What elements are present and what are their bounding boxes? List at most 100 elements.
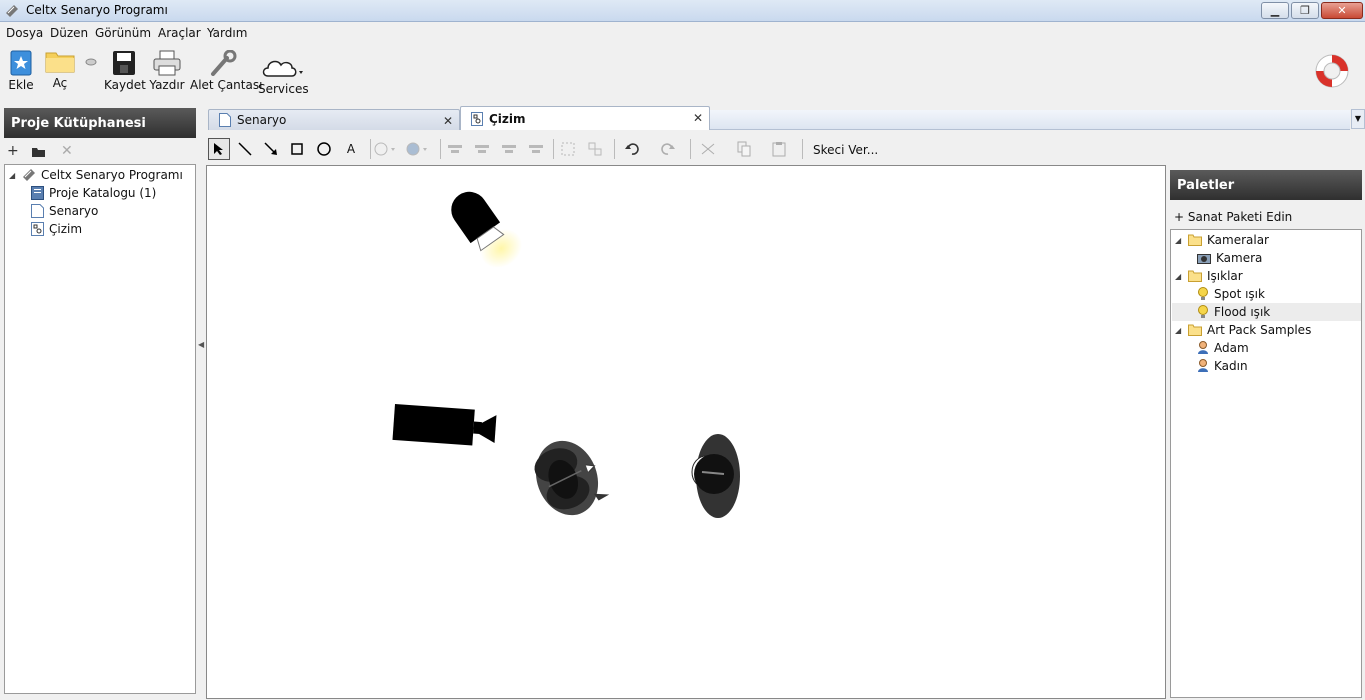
open-button[interactable]: Aç: [44, 48, 76, 90]
menu-yardim[interactable]: Yardım: [207, 26, 247, 40]
palettes-header: Paletler: [1170, 170, 1362, 200]
toolkit-button[interactable]: Alet Çantası: [190, 50, 262, 92]
redo-button[interactable]: [657, 138, 679, 160]
tab-senaryo[interactable]: Senaryo ✕: [208, 109, 460, 130]
expand-triangle-icon[interactable]: ◢: [1175, 272, 1183, 281]
script-document-icon: [219, 113, 231, 127]
palette-item-spot-light[interactable]: Spot ışık: [1197, 285, 1265, 303]
open-dropdown-button[interactable]: [84, 58, 98, 66]
palette-item-woman[interactable]: Kadın: [1197, 357, 1248, 375]
palette-item-flood-light[interactable]: Flood ışık: [1172, 303, 1361, 321]
scissors-icon: [701, 143, 715, 155]
align-left-button[interactable]: [444, 138, 466, 160]
palette-item-man[interactable]: Adam: [1197, 339, 1249, 357]
undo-icon: [625, 143, 639, 155]
cut-button[interactable]: [697, 138, 719, 160]
tab-cizim[interactable]: Çizim ✕: [460, 106, 710, 130]
align-icon: [529, 145, 543, 153]
delete-item-icon[interactable]: ✕: [61, 143, 73, 159]
expand-triangle-icon[interactable]: ◢: [1175, 236, 1183, 245]
palette-group-lights[interactable]: ◢ Işıklar: [1175, 267, 1243, 285]
spot-light-object[interactable]: [444, 180, 529, 276]
stroke-color-button[interactable]: [374, 138, 396, 160]
drawing-toolbar: A Skeci Ver...: [206, 136, 1166, 164]
palette-group-cameras[interactable]: ◢ Kameralar: [1175, 231, 1269, 249]
close-window-button[interactable]: ✕: [1321, 2, 1363, 19]
close-tab-icon[interactable]: ✕: [693, 111, 703, 125]
window-title: Celtx Senaryo Programı: [26, 3, 168, 17]
rectangle-tool-button[interactable]: [286, 138, 308, 160]
line-tool-button[interactable]: [234, 138, 256, 160]
align-center-button[interactable]: [471, 138, 493, 160]
person-figure-1[interactable]: [526, 431, 612, 524]
menu-dosya[interactable]: Dosya: [6, 26, 43, 40]
tab-list-dropdown[interactable]: ▼: [1351, 109, 1365, 129]
line-icon: [238, 142, 252, 156]
floppy-disk-icon: [113, 51, 135, 75]
help-lifebuoy-icon[interactable]: [1313, 52, 1351, 90]
arrow-tool-button[interactable]: [260, 138, 282, 160]
save-button[interactable]: Kaydet: [104, 50, 146, 92]
minimize-button[interactable]: ▁: [1261, 2, 1289, 19]
wrench-icon: [211, 50, 237, 76]
clipboard-icon: [772, 142, 786, 157]
lightbulb-icon: [1198, 305, 1208, 318]
align-icon: [448, 145, 462, 153]
tree-item-catalog[interactable]: Proje Katalogu (1): [31, 184, 156, 202]
project-tree: ◢ Celtx Senaryo Programı Proje Katalogu …: [4, 164, 196, 694]
sketch-button[interactable]: Skeci Ver...: [813, 143, 878, 157]
add-button[interactable]: Ekle: [6, 50, 36, 92]
select-tool-button[interactable]: [208, 138, 230, 160]
folder-icon: [45, 52, 75, 73]
title-bar: Celtx Senaryo Programı ▁ ❐ ✕: [0, 0, 1365, 22]
folder-icon: [1188, 270, 1202, 282]
align-icon: [475, 145, 489, 153]
restore-button[interactable]: ❐: [1291, 2, 1319, 19]
person-figure-2[interactable]: [691, 434, 740, 518]
tree-root[interactable]: ◢ Celtx Senaryo Programı: [9, 166, 183, 184]
menu-duzen[interactable]: Düzen: [50, 26, 88, 40]
pane-splitter[interactable]: ◀: [198, 340, 204, 349]
services-button[interactable]: Services: [258, 56, 309, 96]
ungroup-button[interactable]: [584, 138, 606, 160]
group-button[interactable]: [557, 138, 579, 160]
palette-list: ◢ Kameralar Kamera ◢ Işıklar Spot ışık F…: [1170, 229, 1362, 698]
redo-icon: [661, 143, 675, 155]
align-right-button[interactable]: [498, 138, 520, 160]
print-button[interactable]: Yazdır: [148, 50, 186, 92]
drawing-document-icon: [471, 111, 483, 126]
stroke-circle-icon: [374, 142, 395, 156]
align-top-button[interactable]: [525, 138, 547, 160]
person-icon: [1198, 359, 1208, 372]
text-tool-button[interactable]: A: [340, 138, 362, 160]
palette-group-art-pack[interactable]: ◢ Art Pack Samples: [1175, 321, 1311, 339]
person-icon: [1198, 341, 1208, 354]
group-icon: [561, 142, 575, 156]
project-library-pane: Proje Kütüphanesi + ✕ ◢ Celtx Senaryo Pr…: [4, 108, 196, 698]
close-tab-icon[interactable]: ✕: [443, 114, 453, 128]
add-item-icon[interactable]: +: [7, 143, 19, 159]
undo-button[interactable]: [621, 138, 643, 160]
paste-button[interactable]: [768, 138, 790, 160]
new-folder-icon[interactable]: [32, 145, 45, 161]
fill-color-button[interactable]: [406, 138, 428, 160]
pointer-arrow-icon: [214, 143, 223, 155]
star-icon: [10, 50, 32, 76]
menu-gorunum[interactable]: Görünüm: [95, 26, 151, 40]
ellipse-tool-button[interactable]: [313, 138, 335, 160]
tree-item-drawing[interactable]: Çizim: [31, 220, 82, 238]
document-tab-bar: Senaryo ✕ Çizim ✕ ▼: [206, 106, 1365, 130]
copy-icon: [737, 141, 751, 157]
expand-triangle-icon[interactable]: ◢: [9, 171, 17, 180]
expand-triangle-icon[interactable]: ◢: [1175, 326, 1183, 335]
menu-araclar[interactable]: Araçlar: [158, 26, 201, 40]
drawing-canvas[interactable]: [206, 165, 1166, 699]
palette-item-camera[interactable]: Kamera: [1197, 249, 1262, 267]
script-document-icon: [31, 204, 44, 218]
tree-item-script[interactable]: Senaryo: [31, 202, 98, 220]
camera-object[interactable]: [392, 404, 497, 447]
main-toolbar: Ekle Aç Kaydet Yazdır Alet Çantası Servi…: [0, 44, 1365, 102]
copy-button[interactable]: [733, 138, 755, 160]
catalog-icon: [31, 186, 44, 200]
get-art-pack-link[interactable]: + Sanat Paketi Edin: [1174, 210, 1292, 224]
